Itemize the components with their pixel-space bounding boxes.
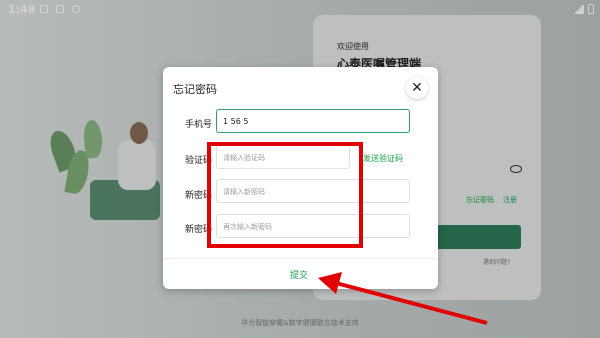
- app-screen: 1:48 欢迎使用 心泰医嘱管理端 忘记密码 注册 遇到问题? 华为智能穿戴&数…: [0, 0, 600, 338]
- arrow-line: [331, 280, 488, 325]
- arrow-head: [318, 272, 342, 294]
- annotation-arrow: [318, 272, 488, 325]
